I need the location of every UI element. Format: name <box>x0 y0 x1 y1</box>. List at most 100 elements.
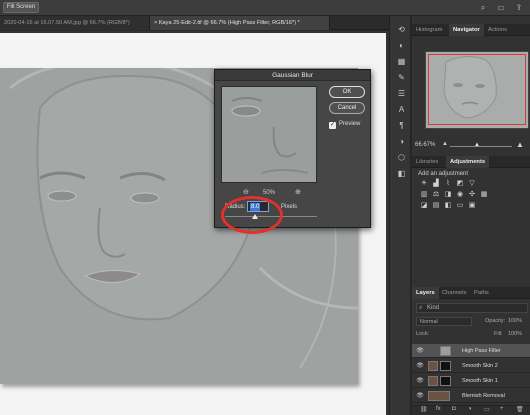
fill-value[interactable]: 100% <box>508 331 522 337</box>
preview-zoom-value: 50% <box>263 190 276 196</box>
tab-libraries[interactable]: Libraries <box>412 156 442 168</box>
ok-button[interactable]: OK <box>329 86 365 98</box>
preview-checkbox[interactable]: ✓ <box>329 122 336 129</box>
black-white-icon[interactable]: ◨ <box>444 190 453 199</box>
layer-row[interactable]: 👁 High Pass Filter <box>412 344 530 358</box>
zoom-out-icon[interactable]: ⊖ <box>243 188 249 196</box>
layer-row[interactable]: 👁 Smooth Skin 1 <box>412 374 530 388</box>
filter-preview[interactable] <box>221 86 317 183</box>
visibility-eye-icon[interactable]: 👁 <box>416 377 424 385</box>
workspace-icon[interactable]: ▭ <box>496 3 506 13</box>
kind-label: Kind <box>427 305 440 311</box>
dialog-title: Gaussian Blur <box>215 70 370 81</box>
layer-row[interactable]: 👁 Smooth Skin 2 <box>412 359 530 373</box>
new-adjustment-icon[interactable]: ◑ <box>468 406 472 412</box>
zoom-slider-thumb[interactable]: ▲ <box>474 142 480 148</box>
layer-row[interactable]: 👁 Blemish Removal <box>412 389 530 403</box>
options-bar: Fill Screen ⌕ ▭ ⇪ <box>0 0 530 16</box>
brightness-icon[interactable]: ☀ <box>420 179 429 188</box>
navigator-zoom-row: 66.67% ▲ ▲ ▲ <box>412 140 530 152</box>
tab-actions[interactable]: Actions <box>484 24 511 36</box>
brush-icon[interactable]: ✎ <box>396 72 407 83</box>
layer-thumbnail <box>428 376 438 386</box>
tab-document-1[interactable]: 2020-04-16 at 16.07.50 AM.jpg @ 66.7% (R… <box>0 16 150 30</box>
preview-label: Preview <box>339 121 361 127</box>
zoom-in-icon[interactable]: ⊕ <box>295 188 301 196</box>
glyphs-icon[interactable]: ¶ <box>396 120 407 131</box>
adjustments-icon[interactable]: ◑ <box>396 136 407 147</box>
levels-icon[interactable]: ▟ <box>432 179 441 188</box>
layer-mask-thumbnail <box>440 361 451 371</box>
add-mask-icon[interactable]: ◘ <box>452 406 456 412</box>
hue-saturation-icon[interactable]: ▥ <box>420 190 429 199</box>
search-icon[interactable]: ⌕ <box>478 3 488 13</box>
photo-filter-icon[interactable]: ◉ <box>456 190 465 199</box>
layer-name: High Pass Filter <box>462 348 501 354</box>
swatches-icon[interactable]: ▦ <box>396 56 407 67</box>
tab-document-2[interactable]: × Kaya 25-Edit-2.tif @ 66.7% (High Pass … <box>150 16 330 30</box>
tab-layers[interactable]: Layers <box>412 287 439 299</box>
tab-navigator[interactable]: Navigator <box>449 24 484 36</box>
history-icon[interactable]: ⟲ <box>396 24 407 35</box>
panel-icon-strip: ⟲ ◐ ▦ ✎ ☰ A ¶ ◑ ⬡ ◧ <box>389 16 411 415</box>
tab-channels[interactable]: Channels <box>438 287 471 299</box>
trash-icon[interactable]: 🗑 <box>516 406 524 413</box>
threshold-icon[interactable]: ◧ <box>444 201 453 210</box>
fill-screen-button[interactable]: Fill Screen <box>3 2 39 13</box>
zoom-out-icon[interactable]: ▲ <box>442 141 448 147</box>
visibility-eye-icon[interactable]: 👁 <box>416 347 424 355</box>
highlight-ring <box>221 196 283 234</box>
layer-mask-thumbnail <box>440 376 451 386</box>
exposure-icon[interactable]: ◩ <box>456 179 465 188</box>
tab-paths[interactable]: Paths <box>470 287 493 299</box>
color-lookup-icon[interactable]: ▦ <box>480 190 489 199</box>
color-icon[interactable]: ◐ <box>396 40 407 51</box>
fx-icon[interactable]: fx <box>436 406 441 412</box>
adjustments-tab-bar: Libraries Adjustments <box>412 156 530 168</box>
visibility-eye-icon[interactable]: 👁 <box>416 392 424 400</box>
character-icon[interactable]: A <box>396 104 407 115</box>
layers-tab-bar: Layers Channels Paths <box>412 287 530 299</box>
tab-histogram[interactable]: Histogram <box>412 24 446 36</box>
cancel-button[interactable]: Cancel <box>329 102 365 114</box>
layer-filter-row[interactable]: ⌕ Kind <box>416 303 528 313</box>
zoom-in-icon[interactable]: ▲ <box>516 140 524 149</box>
layer-thumbnail <box>428 361 438 371</box>
navigator-view-frame[interactable] <box>428 54 526 125</box>
vibrance-icon[interactable]: ▽ <box>468 179 477 188</box>
new-layer-icon[interactable]: + <box>500 406 504 412</box>
layer-name: Smooth Skin 2 <box>462 363 498 369</box>
fill-label: Fill: <box>494 331 503 337</box>
radius-unit-label: Pixels <box>281 204 298 210</box>
visibility-eye-icon[interactable]: 👁 <box>416 362 424 370</box>
layer-thumbnail <box>440 346 451 356</box>
blend-mode-value: Normal <box>420 319 438 325</box>
channel-mixer-icon[interactable]: ✣ <box>468 190 477 199</box>
link-layers-icon[interactable]: ⛓ <box>420 406 428 413</box>
add-adjustment-label: Add an adjustment <box>418 171 469 177</box>
layer-thumbnail <box>428 391 450 401</box>
gradient-map-icon[interactable]: ▭ <box>456 201 465 210</box>
zoom-level: 66.67% <box>415 142 436 148</box>
posterize-icon[interactable]: ▤ <box>432 201 441 210</box>
invert-icon[interactable]: ◪ <box>420 201 429 210</box>
layers-footer: ⛓ fx ◘ ◑ ▭ + 🗑 <box>412 405 530 415</box>
curves-icon[interactable]: ⌇ <box>444 179 453 188</box>
color-balance-icon[interactable]: ⚖ <box>432 190 441 199</box>
navigator-zoom-slider[interactable] <box>450 146 512 147</box>
layer-name: Blemish Removal <box>462 393 505 399</box>
layers-icon[interactable]: ◧ <box>396 168 407 179</box>
document-tab-bar: 2020-04-16 at 16.07.50 AM.jpg @ 66.7% (R… <box>0 16 389 30</box>
blend-mode-select[interactable]: Normal <box>416 317 472 326</box>
3d-icon[interactable]: ⬡ <box>396 152 407 163</box>
properties-icon[interactable]: ☰ <box>396 88 407 99</box>
tab-adjustments[interactable]: Adjustments <box>446 156 490 168</box>
adjustment-icon-grid: ☀ ▟ ⌇ ◩ ▽ ▥ ⚖ ◨ ◉ ✣ ▦ ◪ ▤ ◧ ▭ ▣ <box>418 178 522 211</box>
layer-name: Smooth Skin 1 <box>462 378 498 384</box>
selective-color-icon[interactable]: ▣ <box>468 201 477 210</box>
share-icon[interactable]: ⇪ <box>514 3 524 13</box>
new-group-icon[interactable]: ▭ <box>484 406 490 413</box>
opacity-value[interactable]: 100% <box>508 318 522 324</box>
filter-search-icon: ⌕ <box>419 305 423 311</box>
lock-label: Lock: <box>416 331 430 337</box>
